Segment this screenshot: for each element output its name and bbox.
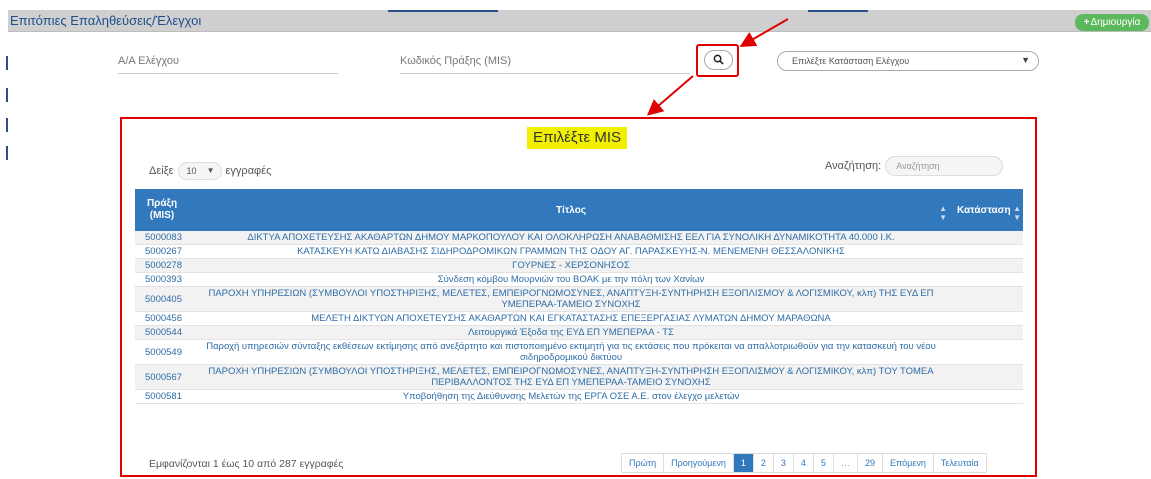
mis-cell: 5000567 xyxy=(135,364,189,390)
header-line xyxy=(808,10,868,12)
mis-table: Πράξη (MIS) Τίτλος ▲ ▼ Κατάσταση ▲ ▼ 50000… xyxy=(135,189,1023,404)
status-cell xyxy=(953,258,1023,273)
status-select[interactable]: Επιλέξτε Κατάσταση Ελέγχου ▼ xyxy=(777,51,1039,71)
pagination-previous[interactable]: Προηγούμενη xyxy=(664,454,734,472)
control-number-placeholder: Α/Α Ελέγχου xyxy=(118,55,180,67)
search-placeholder: Αναζήτηση xyxy=(896,161,940,171)
status-cell xyxy=(953,286,1023,312)
chevron-down-icon: ▼ xyxy=(1021,55,1030,65)
mis-cell: 5000267 xyxy=(135,244,189,259)
pagination-page[interactable]: 29 xyxy=(857,454,883,472)
column-header-mis-line1: Πράξη xyxy=(146,198,178,209)
column-header-status[interactable]: Κατάσταση ▲ ▼ xyxy=(953,189,1023,231)
page-title: Επιτόπιες Επαληθεύσεις/Έλεγχοι xyxy=(10,13,202,28)
table-row[interactable]: 5000083 ΔΙΚΤΥΑ ΑΠΟΧΕΤΕΥΣΗΣ ΑΚΑΘΑΡΤΩΝ ΔΗΜ… xyxy=(135,231,1023,245)
status-cell xyxy=(953,364,1023,390)
status-cell xyxy=(953,272,1023,287)
pagination: Πρώτη Προηγούμενη 1 2 3 4 5 … 29 Επόμενη… xyxy=(621,453,987,473)
pagination-last[interactable]: Τελευταία xyxy=(933,454,986,472)
table-row[interactable]: 5000278 ΓΟΥΡΝΕΣ - ΧΕΡΣΟΝΗΣΟΣ xyxy=(135,258,1023,273)
sort-icon: ▲ ▼ xyxy=(939,204,947,222)
mis-cell: 5000544 xyxy=(135,325,189,340)
table-row[interactable]: 5000405 ΠΑΡΟΧΗ ΥΠΗΡΕΣΙΩΝ (ΣΥΜΒΟΥΛΟΙ ΥΠΟΣ… xyxy=(135,286,1023,312)
records-label: εγγραφές xyxy=(225,165,272,177)
table-info: Εμφανίζονται 1 έως 10 από 287 εγγραφές xyxy=(149,458,344,470)
title-cell: ΔΙΚΤΥΑ ΑΠΟΧΕΤΕΥΣΗΣ ΑΚΑΘΑΡΤΩΝ ΔΗΜΟΥ ΜΑΡΚΟ… xyxy=(189,231,953,245)
table-row[interactable]: 5000456 ΜΕΛΕΤΗ ΔΙΚΤΥΩΝ ΑΠΟΧΕΤΕΥΣΗΣ ΑΚΑΘΑ… xyxy=(135,311,1023,326)
left-edge xyxy=(0,0,8,479)
title-cell: ΠΑΡΟΧΗ ΥΠΗΡΕΣΙΩΝ (ΣΥΜΒΟΥΛΟΙ ΥΠΟΣΤΗΡΙΞΗΣ,… xyxy=(189,286,953,312)
pagination-page[interactable]: 5 xyxy=(813,454,834,472)
search-label: Αναζήτηση: xyxy=(825,160,882,172)
page-header: Επιτόπιες Επαληθεύσεις/Έλεγχοι xyxy=(8,10,1151,32)
status-cell xyxy=(953,244,1023,259)
table-search-control: Αναζήτηση: Αναζήτηση xyxy=(825,156,1004,176)
mis-cell: 5000549 xyxy=(135,339,189,365)
show-label: Δείξε xyxy=(149,165,174,177)
mis-cell: 5000393 xyxy=(135,272,189,287)
pagination-page[interactable]: 2 xyxy=(753,454,774,472)
mis-cell: 5000278 xyxy=(135,258,189,273)
status-cell xyxy=(953,339,1023,365)
page-length-value: 10 xyxy=(186,166,197,176)
table-row[interactable]: 5000581 Υποβοήθηση της Διεύθυνσης Μελετώ… xyxy=(135,389,1023,404)
table-row[interactable]: 5000393 Σύνδεση κόμβου Μουρνιών του ΒΟΑΚ… xyxy=(135,272,1023,287)
mis-cell: 5000456 xyxy=(135,311,189,326)
status-cell xyxy=(953,325,1023,340)
title-cell: Παροχή υπηρεσιών σύνταξης εκθέσεων εκτίμ… xyxy=(189,339,953,365)
left-edge-marker xyxy=(6,118,8,132)
column-header-title-label: Τίτλος xyxy=(555,204,587,216)
title-cell: ΚΑΤΑΣΚΕΥΗ ΚΑΤΩ ΔΙΑΒΑΣΗΣ ΣΙΔΗΡΟΔΡΟΜΙΚΩΝ Γ… xyxy=(189,244,953,259)
search-icon xyxy=(713,54,724,65)
mis-cell: 5000083 xyxy=(135,231,189,245)
plus-icon: + xyxy=(1083,17,1090,28)
column-header-status-label: Κατάσταση xyxy=(957,204,1011,216)
create-button[interactable]: +Δημιουργία xyxy=(1075,14,1149,31)
search-button[interactable] xyxy=(704,50,733,70)
title-cell: ΠΑΡΟΧΗ ΥΠΗΡΕΣΙΩΝ (ΣΥΜΒΟΥΛΟΙ ΥΠΟΣΤΗΡΙΞΗΣ,… xyxy=(189,364,953,390)
left-edge-marker xyxy=(6,56,8,70)
page-length-select[interactable]: 10 ▼ xyxy=(177,162,222,180)
pagination-page[interactable]: 1 xyxy=(733,454,754,472)
table-row[interactable]: 5000267 ΚΑΤΑΣΚΕΥΗ ΚΑΤΩ ΔΙΑΒΑΣΗΣ ΣΙΔΗΡΟΔΡ… xyxy=(135,244,1023,259)
table-search-input[interactable]: Αναζήτηση xyxy=(885,156,1004,176)
title-cell: Λειτουργικά Έξοδα της ΕΥΔ ΕΠ ΥΜΕΠΕΡΑΑ - … xyxy=(189,325,953,340)
sort-icon: ▲ ▼ xyxy=(1013,204,1021,222)
chevron-down-icon: ▼ xyxy=(206,166,215,175)
column-header-mis[interactable]: Πράξη (MIS) xyxy=(135,189,189,231)
pagination-ellipsis: … xyxy=(833,454,858,472)
status-select-value: Επιλέξτε Κατάσταση Ελέγχου xyxy=(792,56,910,66)
create-button-label: Δημιουργία xyxy=(1090,17,1141,28)
dialog-title: Επιλέξτε MIS xyxy=(527,127,628,149)
control-number-field[interactable]: Α/Α Ελέγχου xyxy=(118,48,338,74)
title-cell: Σύνδεση κόμβου Μουρνιών του ΒΟΑΚ με την … xyxy=(189,272,953,287)
column-header-title[interactable]: Τίτλος ▲ ▼ xyxy=(189,189,953,231)
title-cell: ΜΕΛΕΤΗ ΔΙΚΤΥΩΝ ΑΠΟΧΕΤΕΥΣΗΣ ΑΚΑΘΑΡΤΩΝ ΚΑΙ… xyxy=(189,311,953,326)
title-cell: Υποβοήθηση της Διεύθυνσης Μελετών της ΕΡ… xyxy=(189,389,953,404)
header-line xyxy=(388,10,498,12)
page-length-control: Δείξε 10 ▼ εγγραφές xyxy=(149,162,271,180)
left-edge-marker xyxy=(6,146,8,160)
table-header-row: Πράξη (MIS) Τίτλος ▲ ▼ Κατάσταση ▲ ▼ xyxy=(135,189,1023,231)
pagination-page[interactable]: 4 xyxy=(793,454,814,472)
mis-code-field[interactable]: Κωδικός Πράξης (MIS) xyxy=(400,48,690,74)
status-cell xyxy=(953,231,1023,245)
pagination-page[interactable]: 3 xyxy=(773,454,794,472)
table-row[interactable]: 5000549 Παροχή υπηρεσιών σύνταξης εκθέσε… xyxy=(135,339,1023,365)
mis-code-placeholder: Κωδικός Πράξης (MIS) xyxy=(400,55,512,67)
left-edge-marker xyxy=(6,88,8,102)
mis-cell: 5000405 xyxy=(135,286,189,312)
table-row[interactable]: 5000544 Λειτουργικά Έξοδα της ΕΥΔ ΕΠ ΥΜΕ… xyxy=(135,325,1023,340)
status-cell xyxy=(953,389,1023,404)
arrow-to-modal xyxy=(646,75,694,116)
pagination-first[interactable]: Πρώτη xyxy=(622,454,665,472)
pagination-next[interactable]: Επόμενη xyxy=(882,454,934,472)
table-row[interactable]: 5000567 ΠΑΡΟΧΗ ΥΠΗΡΕΣΙΩΝ (ΣΥΜΒΟΥΛΟΙ ΥΠΟΣ… xyxy=(135,364,1023,390)
status-cell xyxy=(953,311,1023,326)
mis-cell: 5000581 xyxy=(135,389,189,404)
title-cell: ΓΟΥΡΝΕΣ - ΧΕΡΣΟΝΗΣΟΣ xyxy=(189,258,953,273)
column-header-mis-line2: (MIS) xyxy=(149,210,175,221)
